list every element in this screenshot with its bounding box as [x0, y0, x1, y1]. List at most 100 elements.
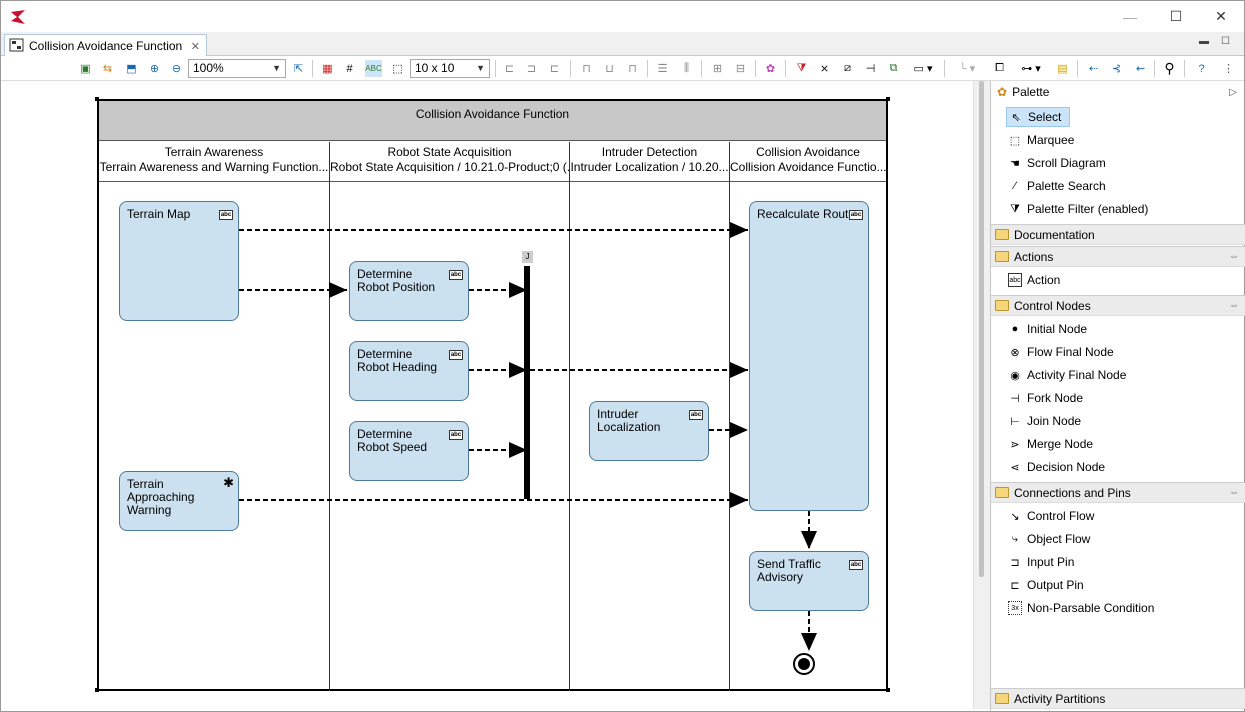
palette-tool-search[interactable]: ⁄ Palette Search	[1006, 176, 1114, 196]
frame-handle[interactable]	[886, 688, 890, 692]
tab-collision-avoidance[interactable]: Collision Avoidance Function ✕	[4, 34, 207, 57]
highlight-icon[interactable]: ▤	[1054, 60, 1071, 77]
zoom-select[interactable]: 100% ▼	[188, 59, 286, 78]
align-middle-icon[interactable]: ⊔	[601, 60, 618, 77]
filter-icon[interactable]: ⧩	[793, 60, 810, 77]
palette-item-object-flow[interactable]: ⤷ Object Flow	[1006, 529, 1098, 549]
align-left-icon[interactable]: ⊏	[501, 60, 518, 77]
palette-title: Palette	[1012, 85, 1050, 99]
tab-close-icon[interactable]: ✕	[191, 40, 200, 53]
palette-item-merge[interactable]: ⋗ Merge Node	[1006, 434, 1101, 454]
nav-tree-icon[interactable]: ⊰	[1108, 60, 1125, 77]
palette-item-activity-final[interactable]: ◉ Activity Final Node	[1006, 365, 1134, 385]
grid-size-select[interactable]: 10 x 10 ▼	[410, 59, 490, 78]
view-menu-icon[interactable]: ⋮	[1220, 60, 1237, 77]
palette-item-input-pin[interactable]: ⊐ Input Pin	[1006, 552, 1082, 572]
tree-layout-icon[interactable]: ⊶ ▾	[1015, 60, 1047, 77]
close-button[interactable]: ✕	[1198, 1, 1244, 32]
zoom-in-icon[interactable]: ⊕	[146, 60, 163, 77]
palette-tool-marquee[interactable]: ⬚ Marquee	[1006, 130, 1082, 150]
drawer-actions[interactable]: Actions ⇔	[991, 246, 1245, 267]
nav-back-icon[interactable]: ⇠	[1085, 60, 1102, 77]
palette-item-control-flow[interactable]: ↘ Control Flow	[1006, 506, 1102, 526]
export-icon[interactable]: ⬒	[123, 60, 140, 77]
activity-frame[interactable]: Collision Avoidance Function Terrain Awa…	[97, 99, 888, 691]
action-traffic-advisory[interactable]: Send Traffic Advisory abc	[749, 551, 869, 611]
nav-forward-icon[interactable]: ⇜	[1132, 60, 1149, 77]
action-abc-icon: abc	[219, 210, 233, 220]
palette-item-initial-node[interactable]: ● Initial Node	[1006, 319, 1095, 339]
action-intruder-localization[interactable]: Intruder Localization abc	[589, 401, 709, 461]
distribute-h-icon[interactable]: ☰	[654, 60, 671, 77]
drawer-label: Control Nodes	[1014, 298, 1091, 313]
palette-item-join[interactable]: ⊢ Join Node	[1006, 411, 1089, 431]
action-label: Determine Robot Speed	[357, 427, 428, 454]
same-width-icon[interactable]: ⊞	[709, 60, 726, 77]
align-bottom-icon[interactable]: ⊓	[624, 60, 641, 77]
item-label: Input Pin	[1027, 555, 1075, 569]
action-terrain-warning[interactable]: Terrain Approaching Warning ✱	[119, 471, 239, 531]
hide-icon[interactable]: ⨯	[816, 60, 833, 77]
align-top-icon[interactable]: ⊓	[578, 60, 595, 77]
palette-item-decision[interactable]: ⋖ Decision Node	[1006, 457, 1113, 477]
more-menu-icon[interactable]: ▭ ▾	[908, 60, 938, 77]
collapse-arrow-icon[interactable]: ▷	[1229, 87, 1237, 98]
action-robot-heading[interactable]: Determine Robot Heading abc	[349, 341, 469, 401]
frame-handle[interactable]	[886, 97, 890, 101]
action-robot-position[interactable]: Determine Robot Position abc	[349, 261, 469, 321]
drawer-activity-partitions[interactable]: Activity Partitions	[991, 688, 1245, 709]
palette-header[interactable]: ✿ Palette ▷	[991, 81, 1245, 103]
palette-item-fork[interactable]: ⊣ Fork Node	[1006, 388, 1091, 408]
palette-item-action[interactable]: abc Action	[1006, 270, 1068, 290]
select-all-icon[interactable]: ▣	[77, 60, 94, 77]
drawer-connections[interactable]: Connections and Pins ⇔	[991, 482, 1245, 503]
maximize-button[interactable]: ☐	[1153, 1, 1199, 32]
pin-icon[interactable]: ⇔	[1229, 251, 1239, 262]
search-icon[interactable]: ⚲	[1161, 60, 1178, 77]
item-label: Initial Node	[1027, 322, 1088, 336]
fit-icon[interactable]: ⇱	[290, 60, 307, 77]
zoom-out-icon[interactable]: ⊖	[168, 60, 185, 77]
drawer-documentation[interactable]: Documentation	[991, 224, 1245, 245]
drawer-control-nodes[interactable]: Control Nodes ⇔	[991, 295, 1245, 316]
palette-item-condition[interactable]: 3x Non-Parsable Condition	[1006, 598, 1162, 618]
layer-icon[interactable]: ⧄	[839, 60, 856, 77]
snap-icon[interactable]: ▦	[319, 60, 336, 77]
grid-icon[interactable]: #	[341, 60, 358, 77]
palette-item-flow-final[interactable]: ⊗ Flow Final Node	[1006, 342, 1122, 362]
palette-tool-scroll[interactable]: ☚ Scroll Diagram	[1006, 153, 1114, 173]
align-center-icon[interactable]: ⊐	[523, 60, 540, 77]
align-right-icon[interactable]: ⊏	[546, 60, 563, 77]
diagram-canvas[interactable]: Collision Avoidance Function Terrain Awa…	[5, 81, 973, 709]
pin-icon[interactable]: ⇔	[1229, 487, 1239, 498]
color-palette-icon[interactable]: ✿	[762, 60, 779, 77]
distribute-v-icon[interactable]: ⫼	[678, 60, 695, 77]
abc-grid-icon[interactable]: ABC	[365, 60, 382, 77]
edge-style-icon[interactable]: └ ▾	[952, 60, 982, 77]
frame-handle[interactable]	[95, 688, 99, 692]
frame-handle[interactable]	[95, 97, 99, 101]
join-node[interactable]	[524, 266, 530, 499]
palette-item-output-pin[interactable]: ⊏ Output Pin	[1006, 575, 1092, 595]
scrollbar-thumb[interactable]	[979, 81, 984, 577]
arrange-icon[interactable]: ⧠	[991, 60, 1008, 77]
layout-icon[interactable]: ⧉	[885, 60, 902, 77]
pin-icon[interactable]: ⊣	[862, 60, 879, 77]
folder-icon	[995, 229, 1009, 240]
pin-icon[interactable]: ⇔	[1229, 300, 1239, 311]
view-maximize-icon[interactable]: ☐	[1221, 36, 1230, 47]
minimize-button[interactable]: —	[1107, 1, 1153, 32]
help-icon[interactable]: ?	[1193, 60, 1210, 77]
palette-tool-filter[interactable]: ⧩ Palette Filter (enabled)	[1006, 199, 1156, 219]
palette-tool-select[interactable]: ⇖ Select	[1006, 107, 1071, 127]
activity-final-node[interactable]	[793, 653, 815, 675]
action-robot-speed[interactable]: Determine Robot Speed abc	[349, 421, 469, 481]
action-terrain-map[interactable]: Terrain Map abc	[119, 201, 239, 321]
ruler-icon[interactable]: ⬚	[389, 60, 406, 77]
view-minimize-icon[interactable]: ▬	[1199, 36, 1209, 47]
refresh-icon[interactable]: ⇆	[99, 60, 116, 77]
action-recalculate-route[interactable]: Recalculate Route abc	[749, 201, 869, 511]
canvas-scrollbar[interactable]	[973, 81, 990, 709]
drawer-label: Activity Partitions	[1014, 691, 1106, 706]
same-height-icon[interactable]: ⊟	[732, 60, 749, 77]
